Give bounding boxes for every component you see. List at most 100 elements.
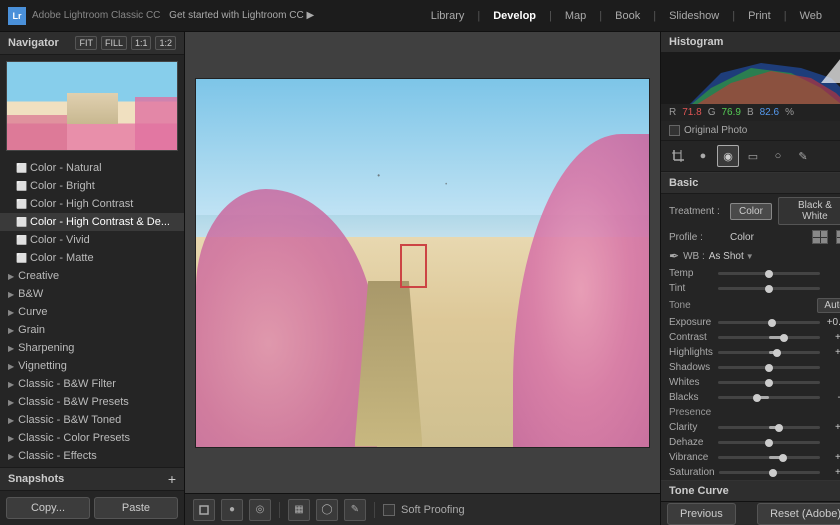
radial-right-btn[interactable]: ○ [767,145,789,167]
contrast-slider-thumb[interactable] [780,334,788,342]
copy-button[interactable]: Copy... [6,497,90,519]
clarity-slider[interactable] [718,426,820,429]
vibrance-slider[interactable] [718,456,820,459]
tab-print[interactable]: Print [738,6,781,26]
histogram-header[interactable]: Histogram ▼ [661,32,840,53]
blacks-slider-thumb[interactable] [753,394,761,402]
spot-heal-button[interactable]: ● [221,499,243,521]
preset-color-high-contrast-de[interactable]: ⬜ Color - High Contrast & De... [0,213,184,231]
original-photo-checkbox[interactable] [669,125,680,136]
original-photo-row: Original Photo [661,121,840,141]
saturation-row: Saturation +10 [661,465,840,480]
preset-group-curve[interactable]: ▶ Curve [0,303,184,321]
preset-group-classic-bwtoned[interactable]: ▶ Classic - B&W Toned [0,411,184,429]
whites-slider[interactable] [718,381,820,384]
previous-button[interactable]: Previous [667,503,736,525]
vibrance-slider-thumb[interactable] [779,454,787,462]
exposure-slider-thumb[interactable] [768,319,776,327]
crop-icon [198,504,210,516]
zoom-fill-btn[interactable]: FILL [101,36,127,50]
whites-row: Whites 0 [661,375,840,390]
bw-treatment-button[interactable]: Black & White [778,197,840,225]
exposure-row: Exposure +0.15 [661,315,840,330]
app-subtitle[interactable]: Get started with Lightroom CC ▶ [169,10,314,21]
snapshots-header[interactable]: Snapshots + [0,467,184,491]
soft-proofing-checkbox[interactable] [383,504,395,516]
gradient-button[interactable]: ▦ [288,499,310,521]
tab-book[interactable]: Book [605,6,650,26]
redeye-right-btn[interactable]: ◉ [717,145,739,167]
preset-label: Color - Bright [30,180,95,192]
paste-button[interactable]: Paste [94,497,178,519]
preset-color-vivid[interactable]: ⬜ Color - Vivid [0,231,184,249]
tint-slider-thumb[interactable] [765,285,773,293]
whites-slider-thumb[interactable] [765,379,773,387]
radial-button[interactable]: ◯ [316,499,338,521]
tab-web[interactable]: Web [790,6,832,26]
preset-group-classic-bwpresets[interactable]: ▶ Classic - B&W Presets [0,393,184,411]
preset-color-high-contrast[interactable]: ⬜ Color - High Contrast [0,195,184,213]
blacks-slider[interactable] [718,396,820,399]
zoom-1-1-btn[interactable]: 1:1 [131,36,152,50]
snapshots-add-button[interactable]: + [168,472,176,486]
brush-right-btn[interactable]: ✎ [792,145,814,167]
wb-eyedropper-icon[interactable]: ✒ [669,249,679,263]
arrow-icon: ▶ [8,326,14,335]
tint-slider[interactable] [718,287,820,290]
contrast-slider[interactable] [718,336,820,339]
zoom-fit-btn[interactable]: FIT [75,36,97,50]
shadows-label: Shadows [669,362,714,373]
preset-group-classic-effects[interactable]: ▶ Classic - Effects [0,447,184,465]
profile-grid-button[interactable] [812,230,828,244]
heal-right-btn[interactable]: ● [692,145,714,167]
tab-slideshow[interactable]: Slideshow [659,6,729,26]
highlights-slider[interactable] [718,351,820,354]
clarity-slider-thumb[interactable] [775,424,783,432]
preset-label: Color - High Contrast [30,198,133,210]
temp-slider[interactable] [718,272,820,275]
tab-library[interactable]: Library [421,6,475,26]
preset-group-sharpening[interactable]: ▶ Sharpening [0,339,184,357]
redeye-button[interactable]: ◎ [249,499,271,521]
preset-color-matte[interactable]: ⬜ Color - Matte [0,249,184,267]
highlights-slider-thumb[interactable] [773,349,781,357]
shadows-slider[interactable] [718,366,820,369]
tab-develop[interactable]: Develop [483,6,546,26]
auto-button[interactable]: Auto [817,298,840,313]
preset-group-vignetting[interactable]: ▶ Vignetting [0,357,184,375]
tone-curve-section-header[interactable]: Tone Curve ▼ [661,480,840,501]
treatment-label: Treatment : [669,206,724,217]
preset-group-creative[interactable]: ▶ Creative [0,267,184,285]
tint-label: Tint [669,283,714,294]
preset-color-natural[interactable]: ⬜ Color - Natural [0,159,184,177]
shadows-slider-thumb[interactable] [765,364,773,372]
preset-icon: ⬜ [16,163,26,173]
preview-image[interactable] [6,61,178,151]
preset-group-classic-bwfilter[interactable]: ▶ Classic - B&W Filter [0,375,184,393]
dehaze-slider-thumb[interactable] [765,439,773,447]
basic-section-header[interactable]: Basic ▼ [661,172,840,194]
preset-group-grain[interactable]: ▶ Grain [0,321,184,339]
preset-group-classic-colorpresets[interactable]: ▶ Classic - Color Presets [0,429,184,447]
brush-button[interactable]: ✎ [344,499,366,521]
top-bar: Lr Adobe Lightroom Classic CC Get starte… [0,0,840,32]
exposure-slider[interactable] [718,321,820,324]
dehaze-slider[interactable] [718,441,820,444]
zoom-1-2-btn[interactable]: 1:2 [155,36,176,50]
saturation-slider-thumb[interactable] [769,469,777,477]
crop-tool-button[interactable] [193,499,215,521]
temp-row: Temp 0 [661,266,840,281]
g-label: G [708,107,716,118]
saturation-slider[interactable] [719,471,820,474]
wb-dropdown[interactable]: As Shot ▼ [709,251,840,262]
reset-button[interactable]: Reset (Adobe) [757,503,840,525]
color-treatment-button[interactable]: Color [730,203,772,220]
preset-color-bright[interactable]: ⬜ Color - Bright [0,177,184,195]
profile-grid-button-2[interactable] [836,230,840,244]
temp-slider-thumb[interactable] [765,270,773,278]
tab-map[interactable]: Map [555,6,596,26]
preset-group-bw[interactable]: ▶ B&W [0,285,184,303]
highlights-row: Highlights +20 [661,345,840,360]
crop-right-btn[interactable] [667,145,689,167]
gradient-right-btn[interactable]: ▭ [742,145,764,167]
